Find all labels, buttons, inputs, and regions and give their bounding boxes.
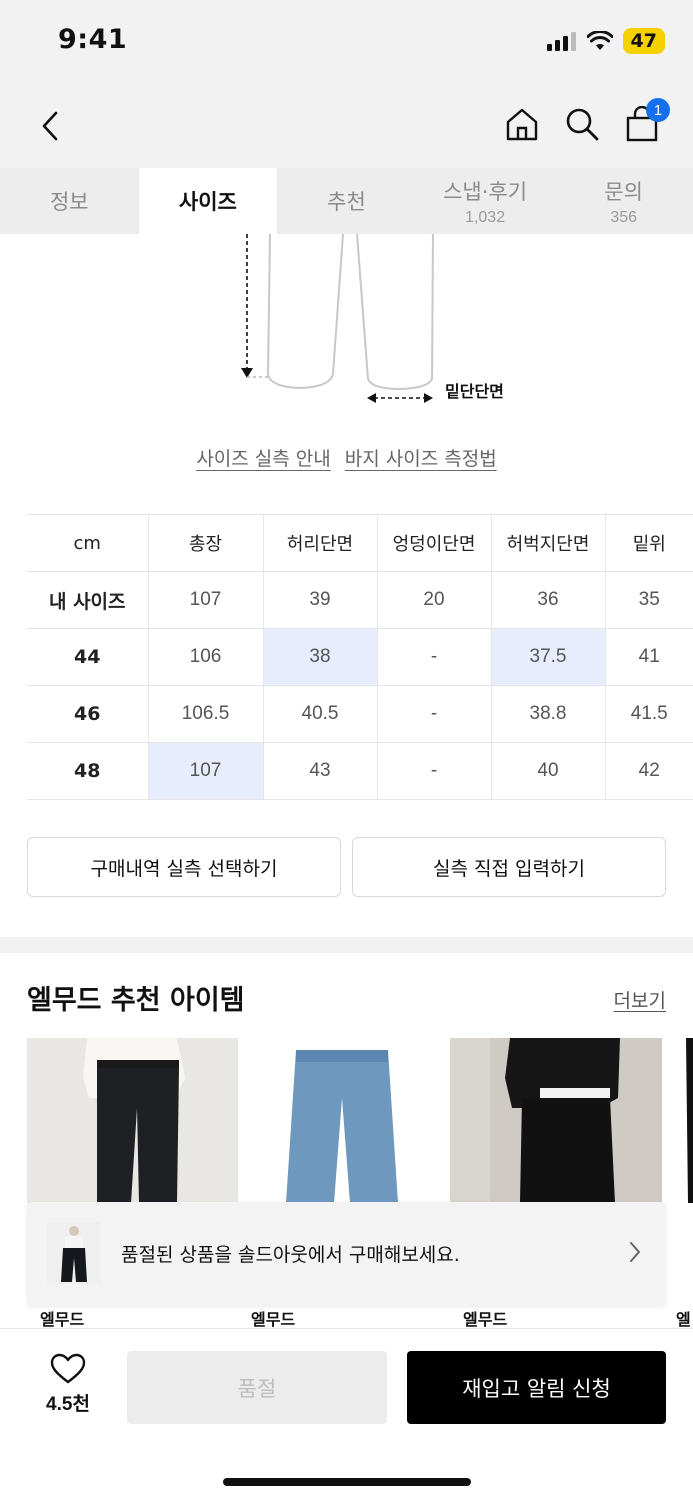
table-cell: 107 [148, 571, 264, 629]
soldout-toast[interactable]: 품절된 상품을 솔드아웃에서 구매해보세요. [27, 1202, 666, 1305]
tab-count: 356 [610, 208, 638, 226]
tab-label: 정보 [49, 190, 89, 214]
table-cell: 39 [263, 571, 378, 629]
toast-message: 품절된 상품을 솔드아웃에서 구매해보세요. [121, 1244, 460, 1266]
table-cell: 106 [148, 628, 264, 686]
hem-width-label: 밑단단면 [445, 382, 504, 401]
row-label: 48 [27, 742, 149, 800]
section-divider [0, 937, 693, 953]
product-brand: 엘무드 [463, 1310, 508, 1329]
product-image [450, 1038, 662, 1203]
column-header: 총장 [148, 514, 264, 572]
soldout-button: 품절 [127, 1351, 387, 1424]
table-cell: - [377, 685, 492, 743]
product-card-2[interactable] [238, 1038, 450, 1203]
table-row: 44 106 38 - 37.5 41 [27, 628, 693, 686]
home-indicator [223, 1478, 471, 1486]
table-cell: 43 [263, 742, 378, 800]
column-header: cm [27, 514, 149, 572]
tab-label: 문의 [604, 179, 643, 204]
row-label: 46 [27, 685, 149, 743]
top-nav: 1 [0, 84, 693, 168]
tab-reviews[interactable]: 스냅·후기 1,032 [416, 168, 555, 234]
size-guide-link[interactable]: 사이즈 실측 안내 [196, 444, 330, 471]
bottom-action-bar: 4.5천 품절 재입고 알림 신청 [0, 1328, 693, 1500]
signal-icon [546, 32, 576, 51]
column-header: 밑위 [605, 514, 693, 572]
product-image [238, 1038, 450, 1203]
product-card-3[interactable] [450, 1038, 662, 1203]
product-image [662, 1038, 693, 1203]
like-button[interactable]: 4.5천 [38, 1353, 98, 1416]
tab-size[interactable]: 사이즈 [138, 168, 278, 234]
table-cell: 38.8 [491, 685, 606, 743]
product-image [27, 1038, 239, 1203]
tab-label: 스냅·후기 [443, 179, 528, 204]
column-header: 엉덩이단면 [377, 514, 492, 572]
table-row: 내 사이즈 107 39 20 36 35 [27, 571, 693, 629]
table-cell-highlight: 38 [263, 628, 378, 686]
search-icon [566, 108, 599, 141]
table-cell: 20 [377, 571, 492, 629]
heart-icon [50, 1353, 86, 1384]
recommend-title: 엘무드 추천 아이템 [27, 985, 245, 1016]
column-header: 허리단면 [263, 514, 378, 572]
cart-count-badge: 1 [646, 98, 670, 122]
table-cell-highlight: 37.5 [491, 628, 606, 686]
home-icon [506, 108, 538, 141]
tab-count: 1,032 [465, 208, 506, 226]
size-guide-links: 사이즈 실측 안내 바지 사이즈 측정법 [0, 444, 693, 471]
tab-label: 추천 [327, 190, 366, 214]
product-brand: 엘 [676, 1310, 691, 1329]
like-count: 4.5천 [46, 1394, 90, 1415]
pants-measure-illustration [241, 234, 434, 403]
product-card-4[interactable] [662, 1038, 693, 1203]
table-cell: 40.5 [263, 685, 378, 743]
tab-info[interactable]: 정보 [0, 168, 139, 234]
size-table: cm 총장 허리단면 엉덩이단면 허벅지단면 밑위 내 사이즈 107 39 2… [27, 514, 693, 800]
status-time: 9:41 [58, 24, 128, 55]
table-cell: 42 [605, 742, 693, 800]
tab-label: 사이즈 [178, 190, 237, 214]
table-cell: 40 [491, 742, 606, 800]
column-header: 허벅지단면 [491, 514, 606, 572]
back-button[interactable] [30, 106, 70, 146]
chevron-left-icon [42, 111, 58, 141]
toast-thumbnail [47, 1222, 101, 1284]
table-cell: 41 [605, 628, 693, 686]
product-card-1[interactable] [27, 1038, 239, 1203]
table-cell: 41.5 [605, 685, 693, 743]
direct-input-button[interactable]: 실측 직접 입력하기 [352, 837, 666, 897]
status-indicators: 47 [546, 28, 665, 54]
status-bar: 9:41 47 [0, 0, 693, 84]
table-cell: 106.5 [148, 685, 264, 743]
row-label: 44 [27, 628, 149, 686]
table-cell: - [377, 742, 492, 800]
wifi-icon [586, 31, 613, 50]
battery-badge: 47 [622, 28, 665, 54]
table-cell: 36 [491, 571, 606, 629]
table-header-row: cm 총장 허리단면 엉덩이단면 허벅지단면 밑위 [27, 514, 693, 572]
purchase-history-button[interactable]: 구매내역 실측 선택하기 [27, 837, 341, 897]
table-cell: - [377, 628, 492, 686]
table-row: 46 106.5 40.5 - 38.8 41.5 [27, 685, 693, 743]
tab-recommend[interactable]: 추천 [277, 168, 416, 234]
product-brand: 엘무드 [251, 1310, 296, 1329]
restock-alert-button[interactable]: 재입고 알림 신청 [407, 1351, 666, 1424]
table-cell: 35 [605, 571, 693, 629]
chevron-right-icon [630, 1242, 640, 1262]
row-label: 내 사이즈 [27, 571, 149, 629]
pants-measure-link[interactable]: 바지 사이즈 측정법 [345, 444, 497, 471]
home-button[interactable] [500, 102, 544, 146]
more-link[interactable]: 더보기 [614, 986, 666, 1013]
product-tabs: 정보 사이즈 추천 스냅·후기 1,032 문의 356 [0, 168, 693, 234]
table-row: 48 107 43 - 40 42 [27, 742, 693, 800]
search-button[interactable] [560, 102, 604, 146]
product-brand: 엘무드 [40, 1310, 85, 1329]
tab-qna[interactable]: 문의 356 [554, 168, 693, 234]
table-cell-highlight: 107 [148, 742, 264, 800]
cart-button[interactable]: 1 [620, 98, 670, 146]
